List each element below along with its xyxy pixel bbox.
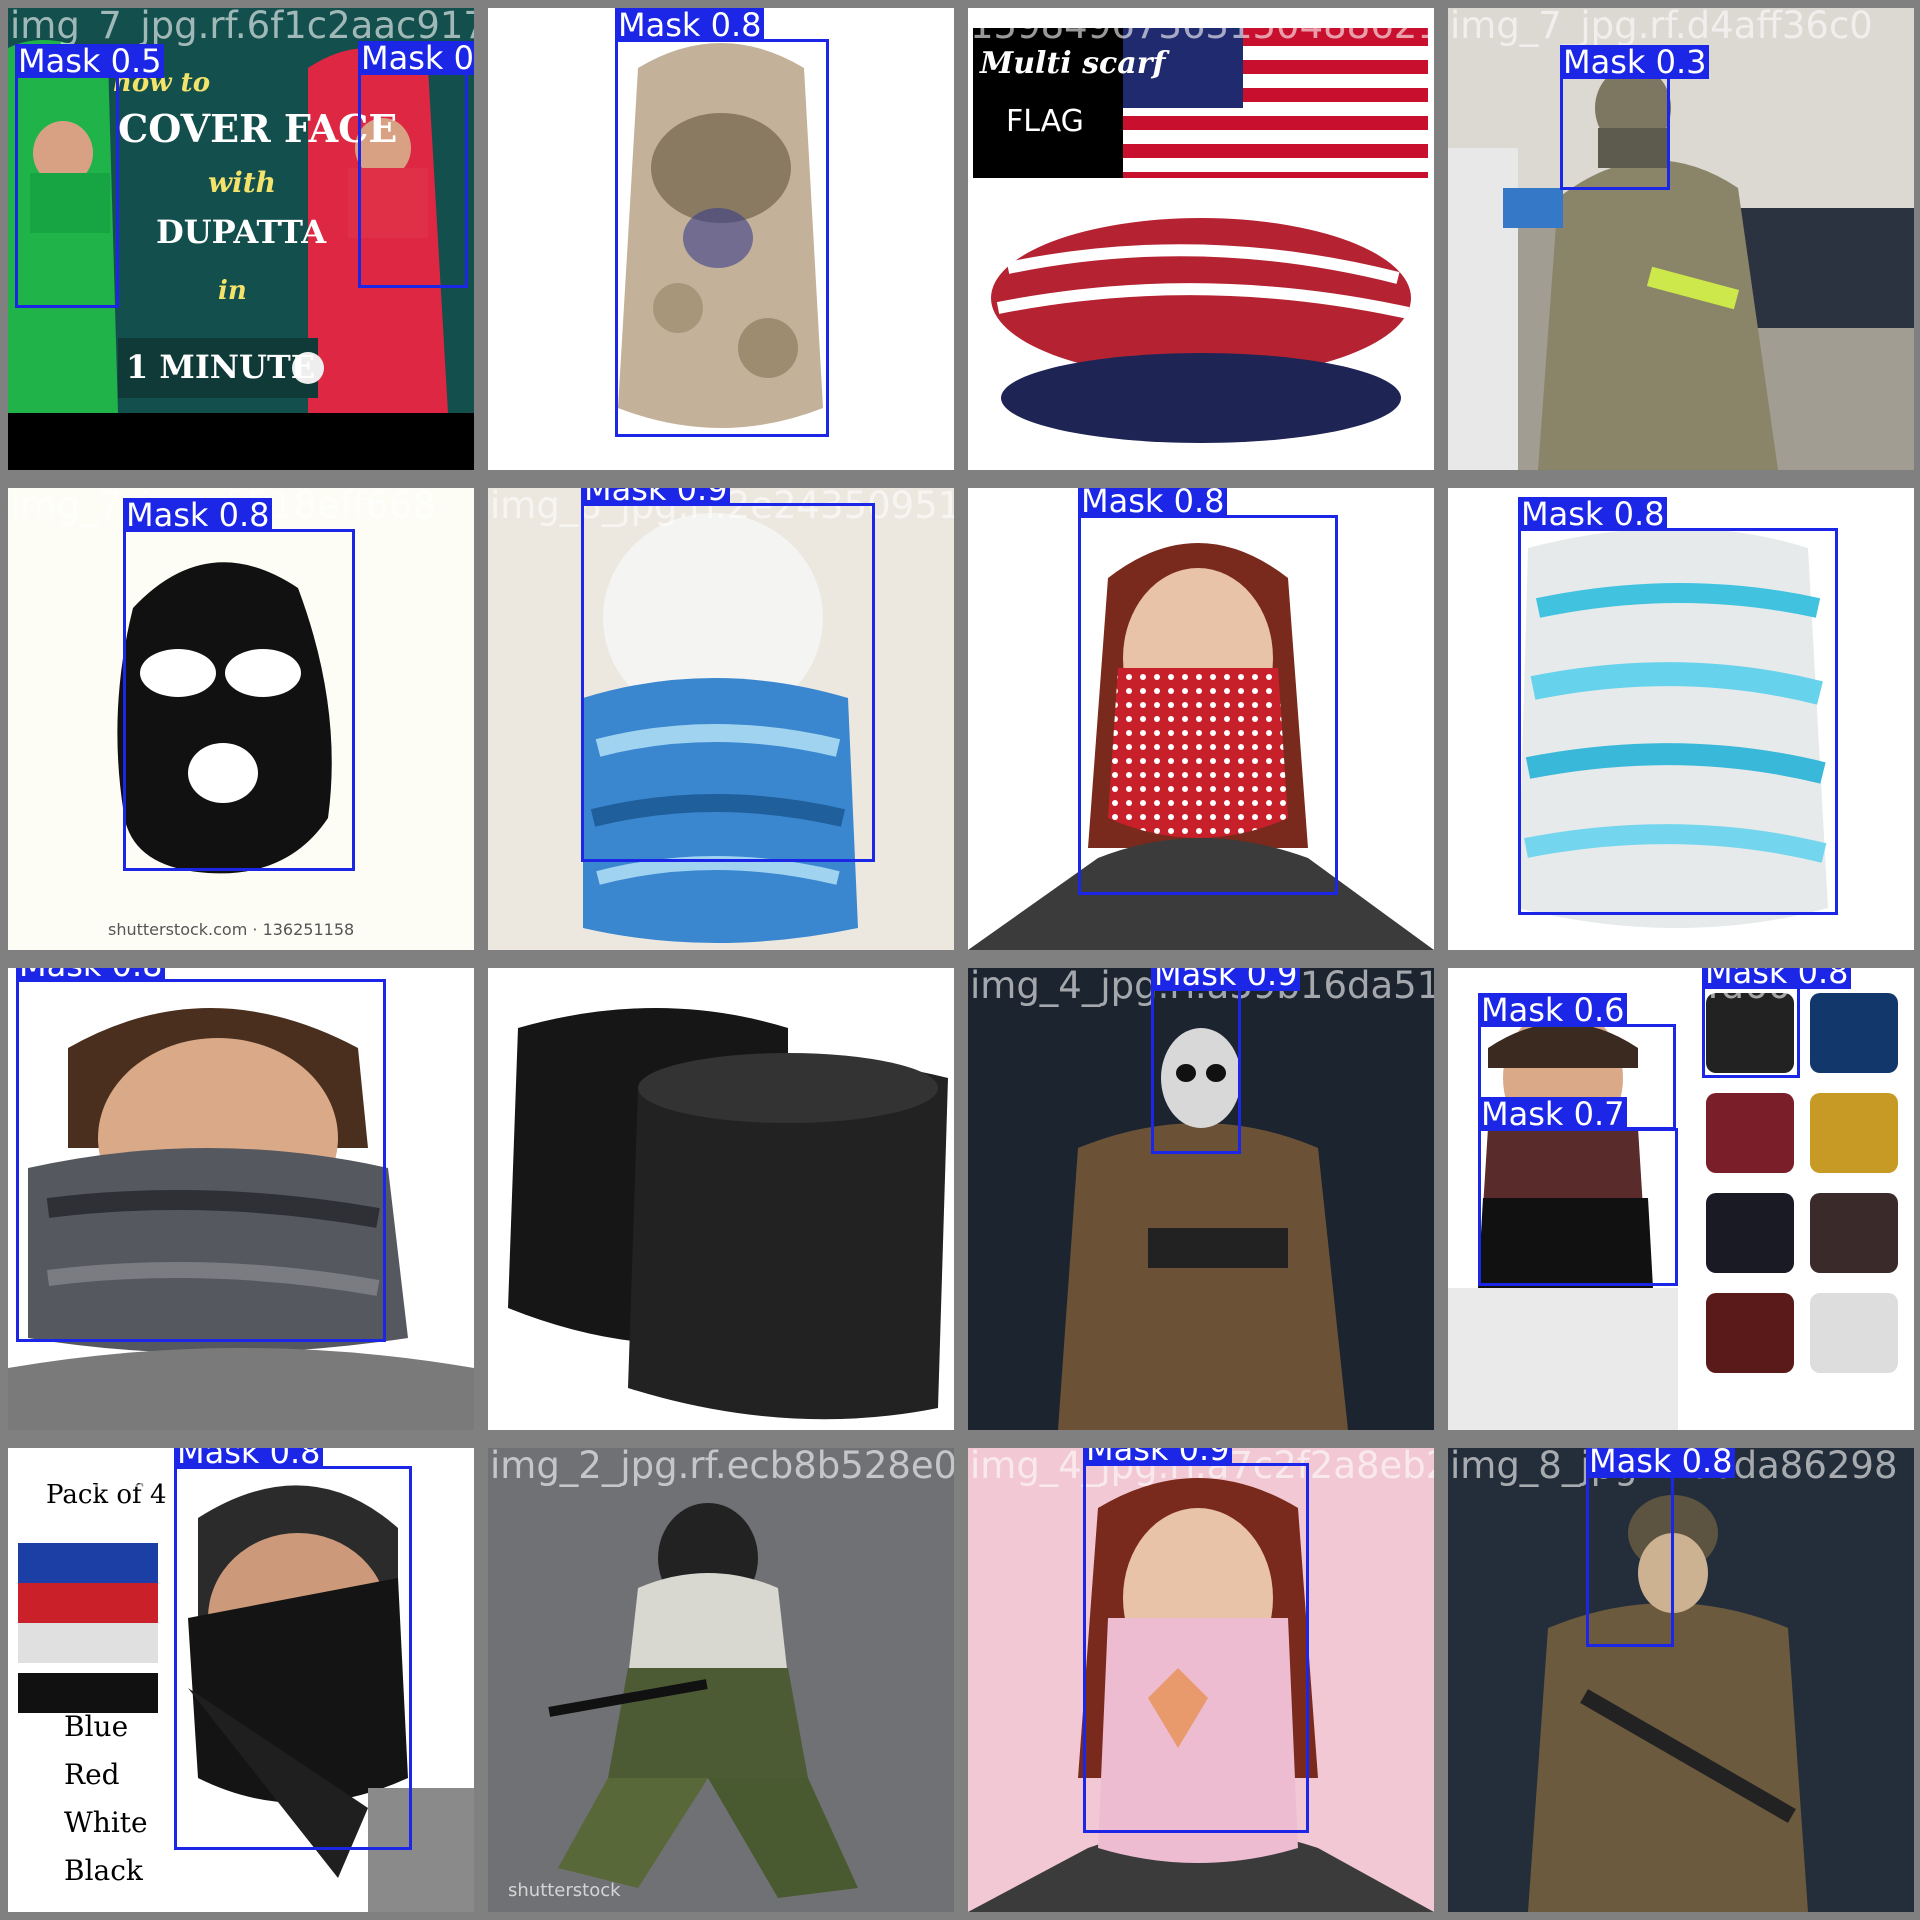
bandana-text-3: Red <box>64 1758 120 1791</box>
tile-soldier-car: img_7_jpg.rf.d4aff36c0 Mask 0.3 <box>1448 8 1914 470</box>
bandana-text-1: Pack of 4 <box>46 1480 167 1510</box>
detection-label: Mask 0.8 <box>123 498 273 532</box>
detection-box: Mask 0.5 <box>15 44 165 308</box>
detection-box: Mask 0.9 <box>581 488 875 862</box>
detection-label: Mask 0.8 <box>16 968 166 982</box>
photo-shutterstock-soldier <box>488 1448 954 1912</box>
tile-dupatta: how to COVER FACE with DUPATTA in 1 MINU… <box>8 8 474 470</box>
tile-mannequin-gaiter: img_8_jpg.rf.2e24350951 Mask 0.9 <box>488 488 954 950</box>
detection-label: Mask 0.9 <box>1151 968 1301 991</box>
dupatta-text-4: DUPATTA <box>156 213 327 251</box>
detection-label: Mask 0.8 <box>174 1448 324 1469</box>
detection-box: Mask 0.8 <box>1702 968 1852 1078</box>
flag-text-1: Multi scarf <box>980 46 1166 81</box>
detection-box: Mask 0.8 <box>1518 497 1838 915</box>
dupatta-text-5: in <box>218 276 247 306</box>
detection-box: Mask 0.8 <box>174 1448 412 1850</box>
tile-woman-polka: img_5_jpg.rf.1774ccbcafe Mask 0.8 <box>968 488 1434 950</box>
detection-mosaic: how to COVER FACE with DUPATTA in 1 MINU… <box>0 0 1920 1920</box>
flag-text-2: FLAG <box>1006 104 1084 139</box>
dupatta-text-6: 1 MINUTE <box>126 348 316 386</box>
detection-box: Mask 0.7 <box>1478 1097 1678 1286</box>
bandana-text-2: Blue <box>64 1710 129 1743</box>
detection-box: Mask 0.9 <box>1083 1448 1309 1833</box>
tile-camo-balaclava: img086 ... 99ee48058 Mask 0.8 <box>488 8 954 470</box>
detection-label: Mask 0.8 <box>615 8 765 42</box>
bandana-text-4: White <box>64 1806 148 1839</box>
detection-label: Mask 0.9 <box>581 488 731 506</box>
detection-box: Mask 0.8 <box>1586 1448 1736 1647</box>
tile-two-black-gaiters: 1590 ... a8254d8a58040 <box>488 968 954 1430</box>
detection-box: Mask 0.3 <box>1560 45 1710 190</box>
detection-box: Mask 0.9 <box>1151 968 1301 1154</box>
tile-flag-scarf: Multi scarf FLAG 15984967363150488621890 <box>968 8 1434 470</box>
detection-label: Mask 0.8 <box>358 41 474 75</box>
tile-bandana: Pack of 4 Blue Red White Black img_8_jpg… <box>8 1448 474 1912</box>
tile-skull-soldier: img_4_jpg.rf.a39b16da519 Mask 0.9 <box>968 968 1434 1430</box>
tile-shutterstock-soldier: shutterstock img_2_jpg.rf.ecb8b528e05bd <box>488 1448 954 1912</box>
photo-soldier-helmet <box>1448 1448 1914 1912</box>
detection-label: Mask 0.3 <box>1560 45 1710 79</box>
tile-product-grid: 1590 ... 537d4d60b Mask 0.6 Mask 0.7 Mas… <box>1448 968 1914 1430</box>
detection-label: Mask 0.8 <box>1702 968 1852 989</box>
bandana-text-5: Black <box>64 1854 143 1887</box>
detection-label: Mask 0.7 <box>1478 1097 1628 1131</box>
shutterstock-watermark: shutterstock <box>508 1880 621 1901</box>
detection-label: Mask 0.9 <box>1083 1448 1233 1466</box>
detection-label: Mask 0.8 <box>1518 497 1668 531</box>
detection-box: Mask 0.8 <box>615 8 829 437</box>
tile-woman-pink: img_4_jpg.rf.a7c2f2a8eb26 Mask 0.9 <box>968 1448 1434 1912</box>
detection-box: Mask 0.8 <box>123 498 355 871</box>
detection-box: Mask 0.8 <box>1078 488 1338 895</box>
detection-label: Mask 0.8 <box>1078 488 1228 518</box>
tile-black-balaclava: shutterstock.com · 136251158 img_7_jpg.r… <box>8 488 474 950</box>
photo-two-black-gaiters <box>488 968 954 1430</box>
detection-label: Mask 0.6 <box>1478 993 1628 1027</box>
dupatta-text-2: COVER FACE <box>118 106 398 151</box>
detection-box: Mask 0.8 <box>358 41 474 288</box>
tile-man-camo: img_7_jpg.rf.e7e5b6a575c5 Mask 0.8 <box>8 968 474 1430</box>
detection-label: Mask 0.8 <box>1586 1448 1736 1478</box>
tile-tube-scarf: img_2_jpg.rf.d396c099e60 Mask 0.8 <box>1448 488 1914 950</box>
dupatta-text-3: with <box>208 166 277 199</box>
tile-soldier-helmet: img_8_jpg.rf.bbda86298 Mask 0.8 <box>1448 1448 1914 1912</box>
detection-box: Mask 0.8 <box>16 968 386 1342</box>
shutterstock-caption: shutterstock.com · 136251158 <box>108 920 355 939</box>
detection-label: Mask 0.5 <box>15 44 165 78</box>
